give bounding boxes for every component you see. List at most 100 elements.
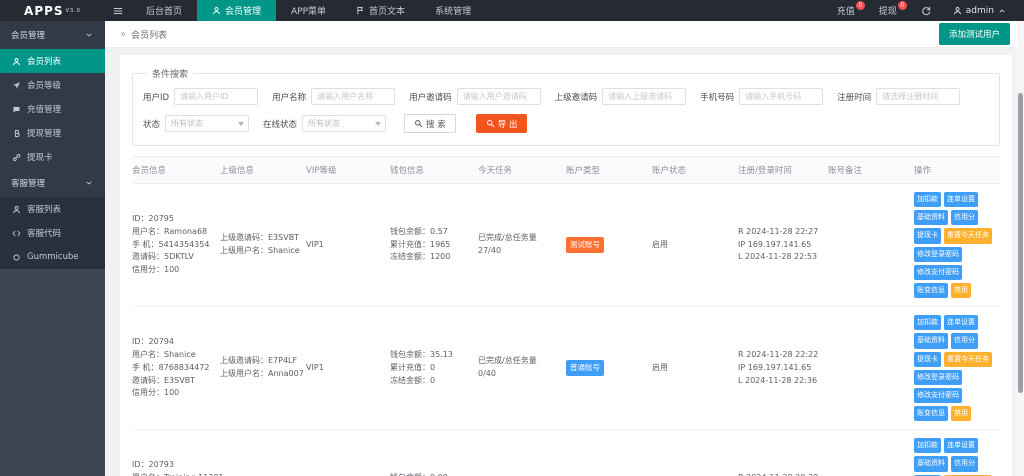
register-time: R 2024-11-28 22:27 bbox=[738, 226, 819, 236]
basic-profile-button[interactable]: 基础资料 bbox=[914, 456, 948, 472]
search-field-label: 用户邀请码 bbox=[409, 92, 452, 103]
chain-order-settings-button[interactable]: 连单设置 bbox=[944, 438, 978, 454]
user-menu[interactable]: admin bbox=[943, 0, 1016, 21]
search-field-input[interactable] bbox=[602, 88, 687, 105]
search-field-input[interactable] bbox=[174, 88, 259, 105]
sidebar-item[interactable]: 提现卡 bbox=[0, 145, 105, 169]
sidebar-section-items: 会员列表会员等级充值管理 提现管理 提现卡 bbox=[0, 49, 105, 169]
add-deduct-button[interactable]: 加扣款 bbox=[914, 192, 941, 208]
member-username: 用户名：Ramona68 bbox=[132, 226, 208, 236]
change-login-password-button[interactable]: 修改登录密码 bbox=[914, 246, 962, 262]
basic-profile-button[interactable]: 基础资料 bbox=[914, 210, 948, 226]
credit-score-button[interactable]: 信用分 bbox=[951, 333, 978, 349]
export-button[interactable]: 导 出 bbox=[475, 114, 528, 133]
sidebar-section-items: 客服列表客服代码 Gummicube bbox=[0, 197, 105, 269]
account-change-log-button[interactable]: 账变信息 bbox=[914, 282, 948, 299]
search-field-label: 注册时间 bbox=[837, 92, 872, 103]
nav-tab-label: APP菜单 bbox=[291, 7, 327, 17]
search-field-input[interactable] bbox=[739, 88, 824, 105]
member-username: 用户名：Training 11281 bbox=[132, 472, 224, 476]
sidebar-section-title[interactable]: 客服管理 bbox=[0, 169, 105, 197]
today-task-cell: 已完成/总任务量 27/40 bbox=[478, 224, 566, 266]
search-select-control[interactable]: 所有状态 bbox=[302, 115, 387, 132]
column-header: 今天任务 bbox=[478, 166, 513, 176]
search-select-control[interactable]: 所有状态 bbox=[165, 115, 250, 132]
account-change-log-button[interactable]: 账变信息 bbox=[914, 406, 948, 422]
search-field: 上级邀请码 bbox=[555, 88, 687, 105]
nav-tab[interactable]: 首页文本 bbox=[341, 0, 420, 21]
sidebar-section-title[interactable]: 会员管理 bbox=[0, 21, 105, 49]
register-time: R 2024-11-28 20:39 bbox=[738, 472, 824, 476]
task-value: 0/40 bbox=[478, 369, 496, 379]
sidebar-item-label: 客服列表 bbox=[27, 205, 62, 215]
add-deduct-button[interactable]: 加扣款 bbox=[914, 315, 941, 331]
credit-score-button[interactable]: 信用分 bbox=[951, 456, 978, 472]
reset-today-task-button[interactable]: 重置今天任务 bbox=[944, 228, 992, 244]
credit-score-button[interactable]: 信用分 bbox=[951, 210, 978, 226]
nav-tab-label: 首页文本 bbox=[369, 7, 406, 17]
parent-info-cell: 上级邀请码：E3SVBT 上级用户名：Shanice bbox=[220, 224, 306, 266]
today-task-cell: 已完成/总任务量40/40 bbox=[478, 471, 566, 476]
column-header: 账号备注 bbox=[828, 166, 863, 176]
sidebar-item[interactable]: 会员等级 bbox=[0, 73, 105, 97]
table-body: ID：20795 用户名：Ramona68 手 机：5414354354 邀请码：5D… bbox=[132, 184, 1000, 476]
quick-action[interactable]: 充值 0 bbox=[825, 0, 867, 21]
reset-today-task-button[interactable]: 重置今天任务 bbox=[944, 351, 992, 367]
withdraw-card-button[interactable]: 提现卡 bbox=[914, 351, 941, 367]
nav-tab-label: 系统管理 bbox=[435, 7, 472, 17]
chain-order-settings-button[interactable]: 连单设置 bbox=[944, 192, 978, 208]
add-deduct-button[interactable]: 加扣款 bbox=[914, 438, 941, 454]
link-icon bbox=[12, 153, 21, 162]
search-field: 用户ID bbox=[143, 88, 259, 105]
operations-cell: 加扣款 连单设置基础资料 信用分 提现卡 重置今天任务修改登录密码 修改支付密码 账变信息禁… bbox=[914, 307, 1000, 429]
member-info-cell: ID：20794 用户名：Shanice 手 机：8768834472 邀请码：E3S… bbox=[132, 328, 220, 408]
basic-profile-button[interactable]: 基础资料 bbox=[914, 333, 948, 349]
disable-button[interactable]: 禁用 bbox=[951, 406, 971, 422]
member-username: 用户名：Shanice bbox=[132, 349, 196, 359]
chevron-down-icon bbox=[375, 122, 382, 126]
sidebar-item-label: 客服代码 bbox=[27, 229, 62, 239]
account-type-cell: 测试账号 bbox=[566, 229, 652, 261]
chain-order-settings-button[interactable]: 连单设置 bbox=[944, 315, 978, 331]
chevron-down-icon bbox=[238, 122, 245, 126]
disable-button[interactable]: 禁用 bbox=[951, 282, 971, 299]
search-field-input[interactable] bbox=[456, 88, 541, 105]
search-field: 注册时间 bbox=[837, 88, 961, 105]
chevron-up-icon bbox=[998, 7, 1006, 15]
sidebar-item[interactable]: 充值管理 bbox=[0, 97, 105, 121]
account-type-cell: 普通账号 bbox=[566, 352, 652, 384]
withdraw-card-button[interactable]: 提现卡 bbox=[914, 228, 941, 244]
account-status-cell: 启用 bbox=[652, 362, 668, 372]
search-field-input[interactable] bbox=[876, 88, 961, 105]
change-login-password-button[interactable]: 修改登录密码 bbox=[914, 369, 962, 385]
member-id: ID：20794 bbox=[132, 337, 174, 347]
quick-action[interactable]: 提现 0 bbox=[867, 0, 909, 21]
logo-version: V3.0 bbox=[65, 7, 81, 14]
member-credit-score: 信用分：100 bbox=[132, 388, 180, 398]
nav-tab-active[interactable]: 会员管理 bbox=[197, 0, 277, 21]
sidebar-item-label: 会员等级 bbox=[27, 81, 62, 91]
sidebar-item[interactable]: Gummicube bbox=[0, 245, 105, 269]
refresh-button[interactable] bbox=[909, 0, 943, 21]
sidebar-item[interactable]: 客服列表 bbox=[0, 197, 105, 221]
nav-tab[interactable]: 系统管理 bbox=[420, 0, 486, 21]
change-pay-password-button[interactable]: 修改支付密码 bbox=[914, 264, 962, 280]
column-header: 账户类型 bbox=[566, 166, 601, 176]
hamburger-icon[interactable] bbox=[105, 0, 131, 21]
column-header: 上级信息 bbox=[220, 166, 255, 176]
sidebar-item-label: 会员列表 bbox=[27, 57, 62, 67]
add-test-user-button[interactable]: 添加测试用户 bbox=[938, 23, 1010, 45]
vertical-scrollbar[interactable] bbox=[1017, 21, 1024, 476]
parent-invite-code: 上级邀请码：E3SVBT bbox=[220, 233, 300, 243]
sidebar-item[interactable]: 提现管理 bbox=[0, 121, 105, 145]
search-field-input[interactable] bbox=[311, 88, 396, 105]
nav-tab[interactable]: 后台首页 bbox=[131, 0, 197, 21]
sidebar-item[interactable]: 客服代码 bbox=[0, 221, 105, 245]
search-button[interactable]: 搜 索 bbox=[404, 114, 456, 133]
wallet-frozen-amount: 冻结金额：1200 bbox=[390, 252, 451, 262]
sidebar-item-active[interactable]: 会员列表 bbox=[0, 49, 105, 73]
nav-tab[interactable]: APP菜单 bbox=[276, 0, 341, 21]
scrollbar-thumb[interactable] bbox=[1018, 93, 1023, 393]
circle-icon bbox=[12, 253, 21, 262]
change-pay-password-button[interactable]: 修改支付密码 bbox=[914, 387, 962, 404]
